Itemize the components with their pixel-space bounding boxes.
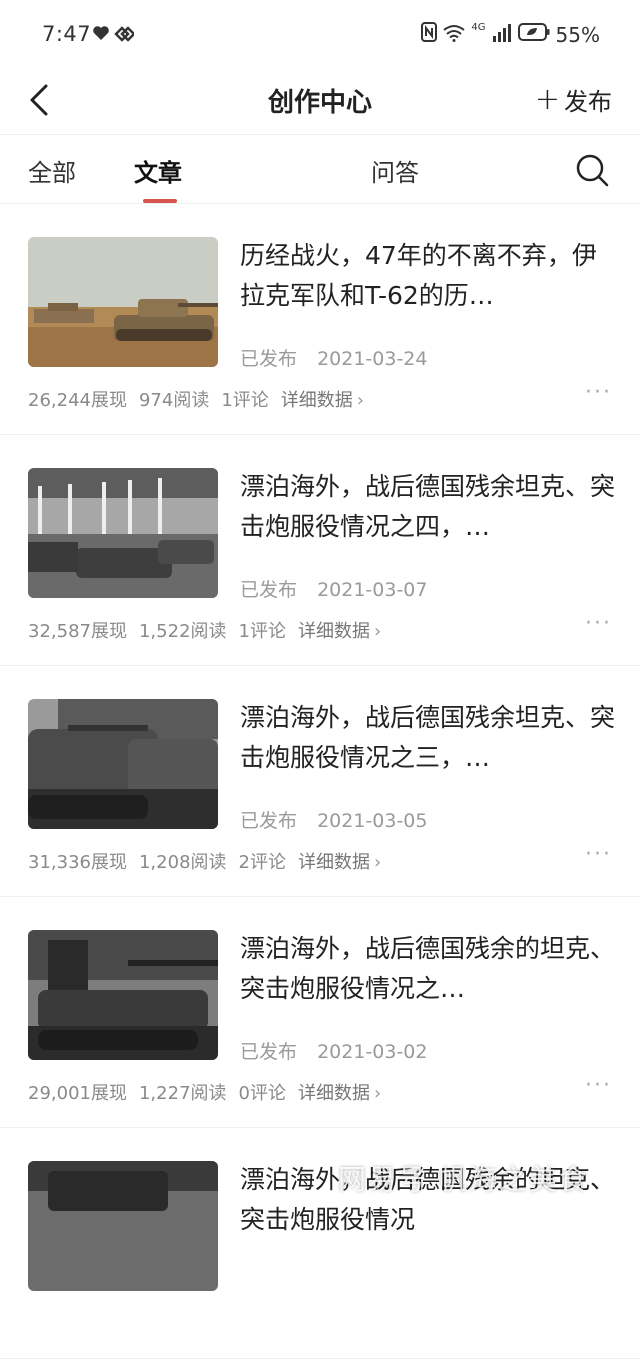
battery-icon xyxy=(517,22,550,47)
status-indicators: 4G 55% xyxy=(421,22,600,47)
article-meta: 已发布 2021-03-07 xyxy=(240,575,441,602)
publish-date: 2021-03-02 xyxy=(317,1041,428,1063)
chevron-right-icon: › xyxy=(373,852,382,873)
view-count: 31,336展现 xyxy=(28,852,127,873)
article-title[interactable]: 历经战火，47年的不离不弃，伊拉克军队和T-62的历… xyxy=(240,236,616,316)
article-item[interactable]: 漂泊海外，战后德国残余坦克、突击炮服役情况之四，… 已发布 2021-03-07… xyxy=(0,435,640,666)
detail-data-link[interactable]: 详细数据 › xyxy=(281,386,364,412)
article-stats: 29,001展现 1,227阅读 0评论 详细数据 › xyxy=(28,1079,381,1105)
view-count: 26,244展现 xyxy=(28,390,127,411)
article-thumbnail xyxy=(28,237,218,367)
detail-data-link[interactable]: 详细数据 › xyxy=(298,1079,381,1105)
article-title[interactable]: 漂泊海外，战后德国残余坦克、突击炮服役情况之三，… xyxy=(240,698,616,778)
back-button[interactable] xyxy=(22,80,62,120)
battery-percent: 55% xyxy=(555,22,600,47)
article-meta: 已发布 2021-03-02 xyxy=(240,1037,441,1064)
tab-qa[interactable]: 问答 xyxy=(371,153,419,188)
article-title[interactable]: 漂泊海外，战后德国残余的坦克、突击炮服役情况之… xyxy=(240,929,616,1009)
plus-icon: + xyxy=(534,81,560,117)
publish-label: 发布 xyxy=(564,88,612,116)
nfc-icon xyxy=(421,22,438,47)
view-count: 32,587展现 xyxy=(28,621,127,642)
article-item[interactable]: 漂泊海外，战后德国残余坦克、突击炮服役情况之三，… 已发布 2021-03-05… xyxy=(0,666,640,897)
search-icon xyxy=(576,154,609,187)
article-thumbnail xyxy=(28,1161,218,1291)
status-time: 7:47 xyxy=(42,22,92,46)
publish-status: 已发布 xyxy=(240,579,298,601)
chevron-left-icon xyxy=(30,84,48,116)
article-stats: 32,587展现 1,522阅读 1评论 详细数据 › xyxy=(28,617,381,643)
publish-button[interactable]: + 发布 xyxy=(535,82,612,117)
detail-data-link[interactable]: 详细数据 › xyxy=(298,617,381,643)
article-meta: 已发布 2021-03-05 xyxy=(240,806,441,833)
active-tab-indicator xyxy=(143,199,177,203)
publish-date: 2021-03-24 xyxy=(317,348,428,370)
more-options-button[interactable]: ··· xyxy=(585,613,612,635)
network-type: 4G xyxy=(471,21,486,33)
status-bar: 7:47 4G 55% xyxy=(0,0,640,68)
publish-status: 已发布 xyxy=(240,810,298,832)
wifi-icon xyxy=(443,23,466,47)
read-count: 1,522阅读 xyxy=(138,621,227,642)
more-options-button[interactable]: ··· xyxy=(585,1075,612,1097)
read-count: 974阅读 xyxy=(138,390,210,411)
article-thumbnail xyxy=(28,930,218,1060)
more-options-button[interactable]: ··· xyxy=(585,382,612,404)
heart-icon xyxy=(92,25,110,45)
comment-count: 1评论 xyxy=(238,621,286,642)
article-stats: 31,336展现 1,208阅读 2评论 详细数据 › xyxy=(28,848,381,874)
more-options-button[interactable]: ··· xyxy=(585,844,612,866)
comment-count: 2评论 xyxy=(238,852,286,873)
view-count: 29,001展现 xyxy=(28,1083,127,1104)
content-tabs: 全部 文章 问答 xyxy=(0,135,640,204)
article-item[interactable]: 历经战火，47年的不离不弃，伊拉克军队和T-62的历… 已发布 2021-03-… xyxy=(0,204,640,435)
navigation-bar: 创作中心 + 发布 xyxy=(0,68,640,135)
comment-count: 1评论 xyxy=(221,390,269,411)
article-item[interactable]: 漂泊海外，战后德国残余的坦克、突击炮服役情况之… 已发布 2021-03-02 … xyxy=(0,897,640,1128)
article-meta: 已发布 2021-03-24 xyxy=(240,344,441,371)
article-thumbnail xyxy=(28,699,218,829)
read-count: 1,227阅读 xyxy=(138,1083,227,1104)
comment-count: 0评论 xyxy=(238,1083,286,1104)
signal-icon xyxy=(492,23,512,47)
tab-articles[interactable]: 文章 xyxy=(134,153,182,188)
publish-date: 2021-03-05 xyxy=(317,810,428,832)
read-count: 1,208阅读 xyxy=(138,852,227,873)
publish-date: 2021-03-07 xyxy=(317,579,428,601)
chevron-right-icon: › xyxy=(373,621,382,642)
article-thumbnail xyxy=(28,468,218,598)
tab-all[interactable]: 全部 xyxy=(28,153,76,188)
watermark: 网易号 帆海之美食 xyxy=(338,1163,589,1196)
chevron-right-icon: › xyxy=(356,390,364,411)
article-title[interactable]: 漂泊海外，战后德国残余坦克、突击炮服役情况之四，… xyxy=(240,467,616,547)
detail-data-link[interactable]: 详细数据 › xyxy=(298,848,381,874)
chevron-right-icon: › xyxy=(373,1083,382,1104)
search-button[interactable] xyxy=(574,152,610,188)
publish-status: 已发布 xyxy=(240,348,298,370)
article-stats: 26,244展现 974阅读 1评论 详细数据 › xyxy=(28,386,364,412)
app-notification-icon xyxy=(114,26,136,46)
publish-status: 已发布 xyxy=(240,1041,298,1063)
